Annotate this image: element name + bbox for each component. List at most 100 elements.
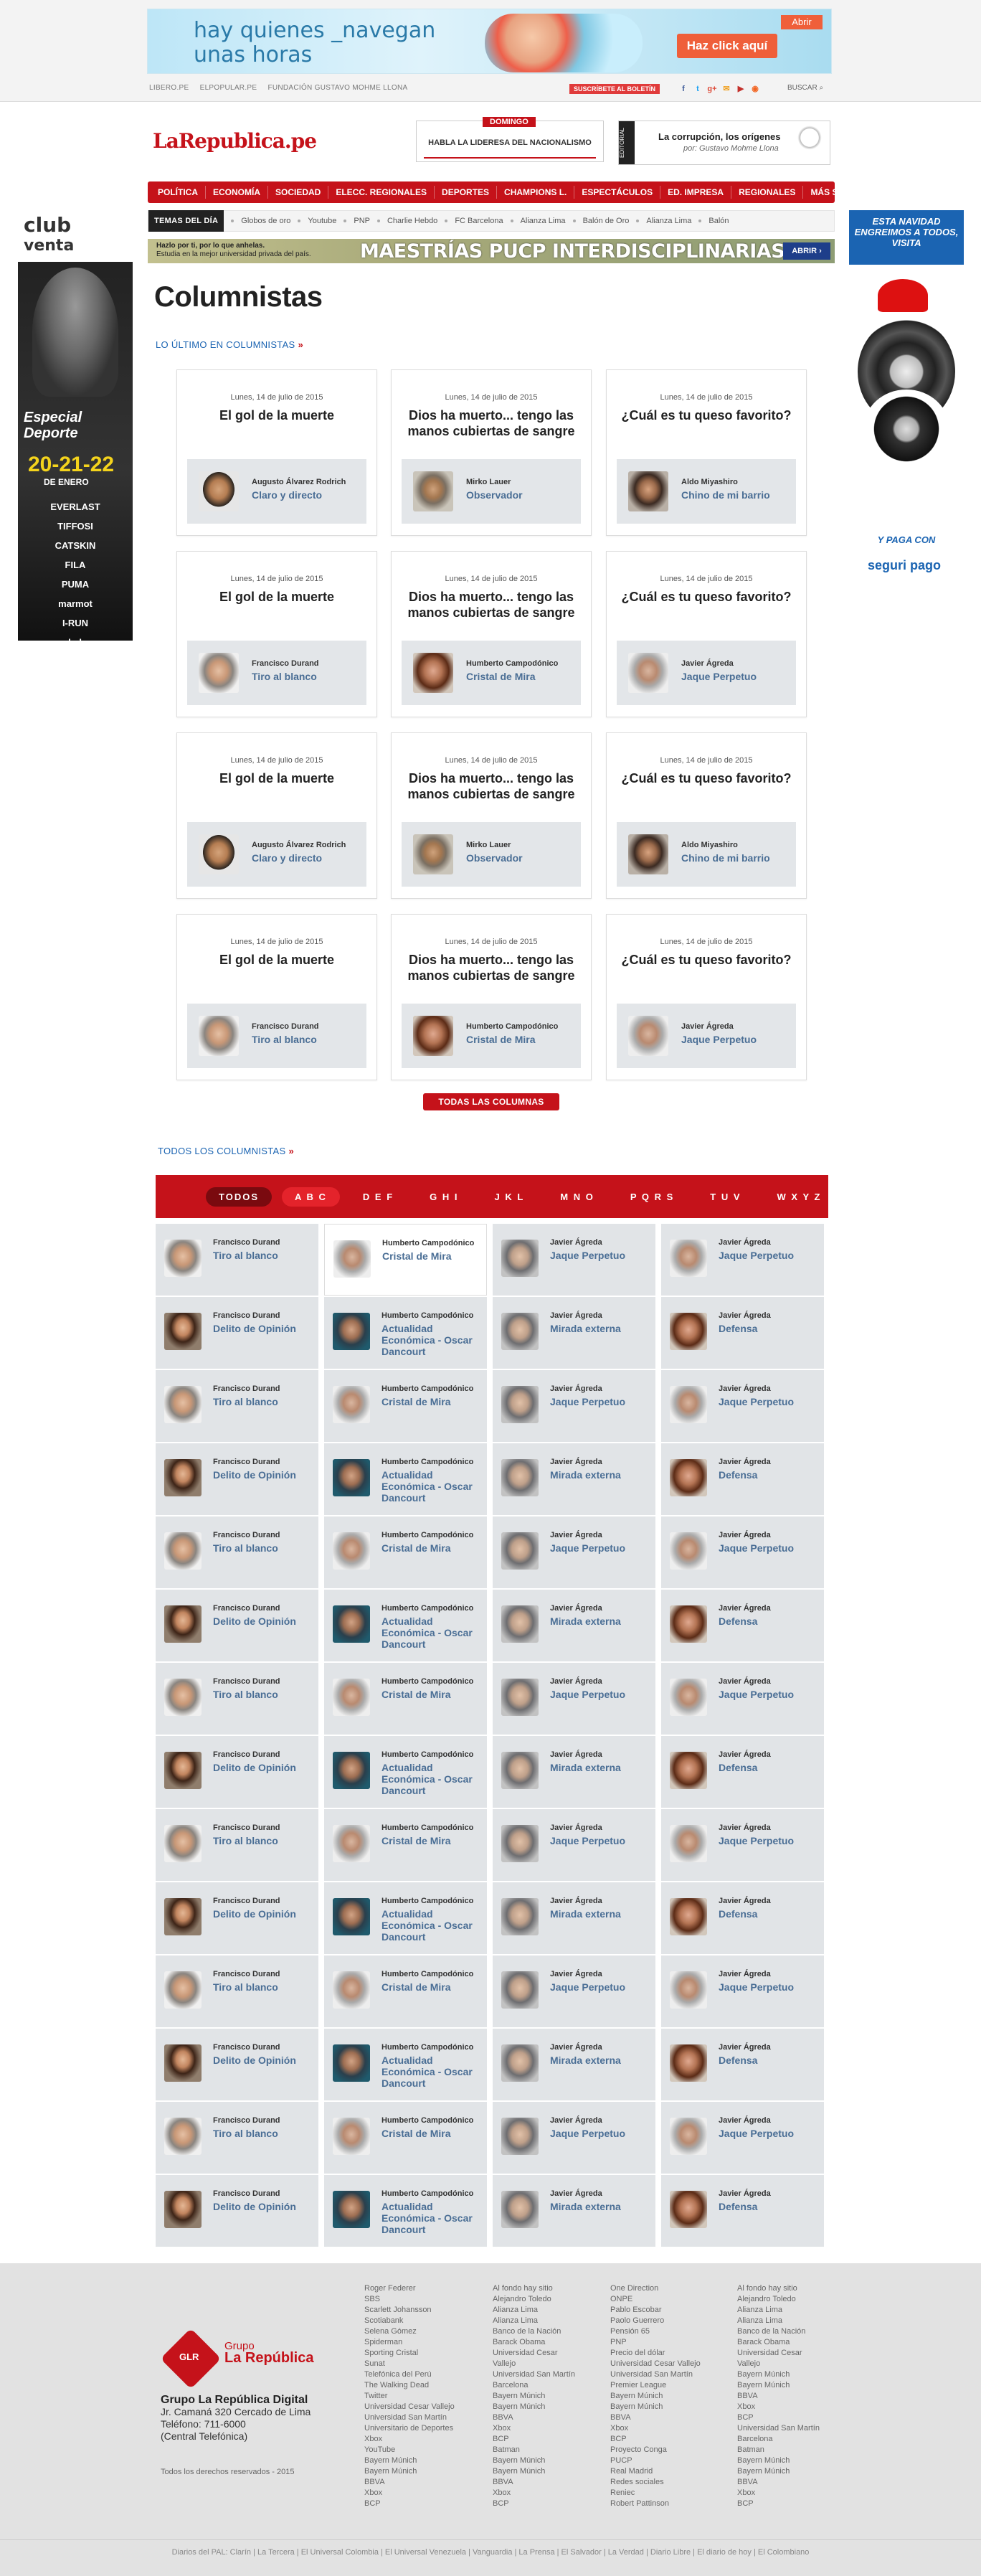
footer-link[interactable]: Sporting Cristal [364,2348,455,2359]
author-box[interactable]: Mirko Lauer Observador [402,822,581,887]
columnist-cell[interactable]: Javier Ágreda Jaque Perpetuo [493,1955,655,2027]
footer-link[interactable]: Spiderman [364,2337,455,2348]
columnist-cell[interactable]: Javier Ágreda Mirada externa [493,1443,655,1515]
footer-link[interactable]: Bayern Múnich [493,2402,575,2412]
columnist-cell[interactable]: Javier Ágreda Defensa [661,1297,824,1369]
columnist-cell[interactable]: Francisco Durand Tiro al blanco [156,1955,318,2027]
tema-link[interactable]: Balón [701,217,736,225]
columnist-cell[interactable]: Francisco Durand Delito de Opinión [156,1736,318,1808]
column-title[interactable]: El gol de la muerte [186,407,368,423]
footer-link[interactable]: Bayern Múnich [493,2455,575,2466]
column-title[interactable]: ¿Cuál es tu queso favorito? [615,770,797,786]
footer-link[interactable]: Telefónica del Perú [364,2369,455,2380]
column-title[interactable]: ¿Cuál es tu queso favorito? [615,407,797,423]
column-name[interactable]: Defensa [719,2054,820,2066]
column-title[interactable]: Dios ha muerto... tengo las manos cubier… [400,952,582,983]
column-name[interactable]: Jaque Perpetuo [550,1689,651,1700]
letter-filter-tab[interactable]: A B C [282,1186,340,1207]
columnist-cell[interactable]: Humberto Campodónico Cristal de Mira [324,1955,487,2027]
editorial-promo[interactable]: EDITORIAL La corrupción, los orígenes po… [618,121,830,165]
columnist-cell[interactable]: Humberto Campodónico Actualidad Económica… [324,2175,487,2247]
columnist-cell[interactable]: Francisco Durand Tiro al blanco [156,1809,318,1881]
letter-filter-tab[interactable]: G H I [417,1187,471,1207]
letter-filter-tab[interactable]: J K L [481,1187,537,1207]
footer-link[interactable]: PNP [610,2337,701,2348]
footer-link[interactable]: Bayern Múnich [364,2455,455,2466]
column-card[interactable]: Lunes, 14 de julio de 2015 ¿Cuál es tu qu… [606,369,807,536]
footer-link[interactable]: Twitter [364,2391,455,2402]
column-name[interactable]: Defensa [719,1908,820,1920]
column-name[interactable]: Tiro al blanco [213,1542,314,1554]
letter-filter-tab[interactable]: T U V [697,1187,754,1207]
footer-link[interactable]: Vallejo [737,2359,820,2369]
column-name[interactable]: Defensa [719,1469,820,1481]
column-name[interactable]: Cristal de Mira [382,1396,483,1407]
column-name[interactable]: Delito de Opinión [213,1469,314,1481]
columnist-cell[interactable]: Javier Ágreda Defensa [661,2175,824,2247]
columnist-cell[interactable]: Javier Ágreda Jaque Perpetuo [493,1370,655,1442]
column-name[interactable]: Delito de Opinión [213,2054,314,2066]
footer-link[interactable]: Selena Gómez [364,2326,455,2337]
columnist-cell[interactable]: Javier Ágreda Mirada externa [493,2029,655,2100]
columnist-cell[interactable]: Javier Ágreda Mirada externa [493,1297,655,1369]
footer-link[interactable]: Universidad Cesar [737,2348,820,2359]
footer-link[interactable]: Xbox [610,2423,701,2434]
footer-link[interactable]: Universitario de Deportes [364,2423,455,2434]
columnist-cell[interactable]: Javier Ágreda Defensa [661,2029,824,2100]
columnist-cell[interactable]: Javier Ágreda Mirada externa [493,1882,655,1954]
footer-link[interactable]: Vallejo [493,2359,575,2369]
column-name[interactable]: Tiro al blanco [213,1689,314,1700]
mail-icon[interactable]: ✉ [721,84,731,94]
nav-item[interactable]: MÁS SECCIONES › [803,186,895,199]
column-name[interactable]: Delito de Opinión [213,1908,314,1920]
columnist-cell[interactable]: Javier Ágreda Defensa [661,1736,824,1808]
column-name[interactable]: Cristal de Mira [382,1835,483,1846]
top-link[interactable]: FUNDACIÓN GUSTAVO MOHME LLONA [267,84,407,92]
footer-link[interactable]: Barcelona [737,2434,820,2445]
tema-link[interactable]: Globos de oro [234,217,298,225]
author-box[interactable]: Javier Ágreda Jaque Perpetuo [617,1004,796,1068]
column-name[interactable]: Actualidad Económica - Oscar Dancourt [382,1762,483,1796]
columnist-cell[interactable]: Javier Ágreda Mirada externa [493,1736,655,1808]
tema-link[interactable]: Alianza Lima [639,217,698,225]
footer-link[interactable]: YouTube [364,2445,455,2455]
columnist-cell[interactable]: Humberto Campodónico Actualidad Económica… [324,1736,487,1808]
columnist-cell[interactable]: Javier Ágreda Jaque Perpetuo [493,1516,655,1588]
columnist-cell[interactable]: Javier Ágreda Mirada externa [493,2175,655,2247]
column-card[interactable]: Lunes, 14 de julio de 2015 El gol de la m… [176,551,377,717]
footer-link[interactable]: Scotiabank [364,2316,455,2326]
columnist-cell[interactable]: Francisco Durand Delito de Opinión [156,1297,318,1369]
columnist-cell[interactable]: Humberto Campodónico Cristal de Mira [324,1370,487,1442]
columnist-cell[interactable]: Humberto Campodónico Actualidad Económica… [324,1297,487,1369]
column-name[interactable]: Jaque Perpetuo [550,1835,651,1846]
footer-link[interactable]: Banco de la Nación [737,2326,820,2337]
footer-link[interactable]: Roger Federer [364,2283,455,2294]
column-card[interactable]: Lunes, 14 de julio de 2015 ¿Cuál es tu qu… [606,914,807,1080]
footer-link[interactable]: Universidad Cesar Vallejo [610,2359,701,2369]
columnist-cell[interactable]: Javier Ágreda Defensa [661,1443,824,1515]
columnist-cell[interactable]: Javier Ágreda Jaque Perpetuo [661,1516,824,1588]
footer-link[interactable]: ONPE [610,2294,701,2305]
footer-link[interactable]: Paolo Guerrero [610,2316,701,2326]
column-name[interactable]: Cristal de Mira [382,1542,483,1554]
column-name[interactable]: Actualidad Económica - Oscar Dancourt [382,2054,483,2089]
maestrias-ad[interactable]: Hazlo por ti, por lo que anhelas. Estudia… [148,239,835,263]
column-name[interactable]: Cristal de Mira [382,1981,483,1993]
column-name[interactable]: Tiro al blanco [213,1835,314,1846]
columnist-cell[interactable]: Humberto Campodónico Actualidad Económica… [324,1590,487,1661]
column-name[interactable]: Actualidad Económica - Oscar Dancourt [382,2201,483,2235]
letter-filter-tab[interactable]: M N O [547,1187,607,1207]
column-title[interactable]: Dios ha muerto... tengo las manos cubier… [400,407,582,439]
columnist-cell[interactable]: Javier Ágreda Jaque Perpetuo [493,1224,655,1296]
column-card[interactable]: Lunes, 14 de julio de 2015 Dios ha muerto… [391,914,592,1080]
footer-link[interactable]: One Direction [610,2283,701,2294]
author-box[interactable]: Humberto Campodónico Cristal de Mira [402,641,581,705]
footer-link[interactable]: Alianza Lima [493,2316,575,2326]
column-name[interactable]: Cristal de Mira [382,1250,482,1262]
column-name[interactable]: Actualidad Económica - Oscar Dancourt [382,1323,483,1357]
column-title[interactable]: El gol de la muerte [186,589,368,605]
footer-link[interactable]: BBVA [493,2412,575,2423]
column-name[interactable]: Tiro al blanco [213,1396,314,1407]
column-name[interactable]: Mirada externa [550,1762,651,1773]
author-box[interactable]: Aldo Miyashiro Chino de mi barrio [617,459,796,524]
